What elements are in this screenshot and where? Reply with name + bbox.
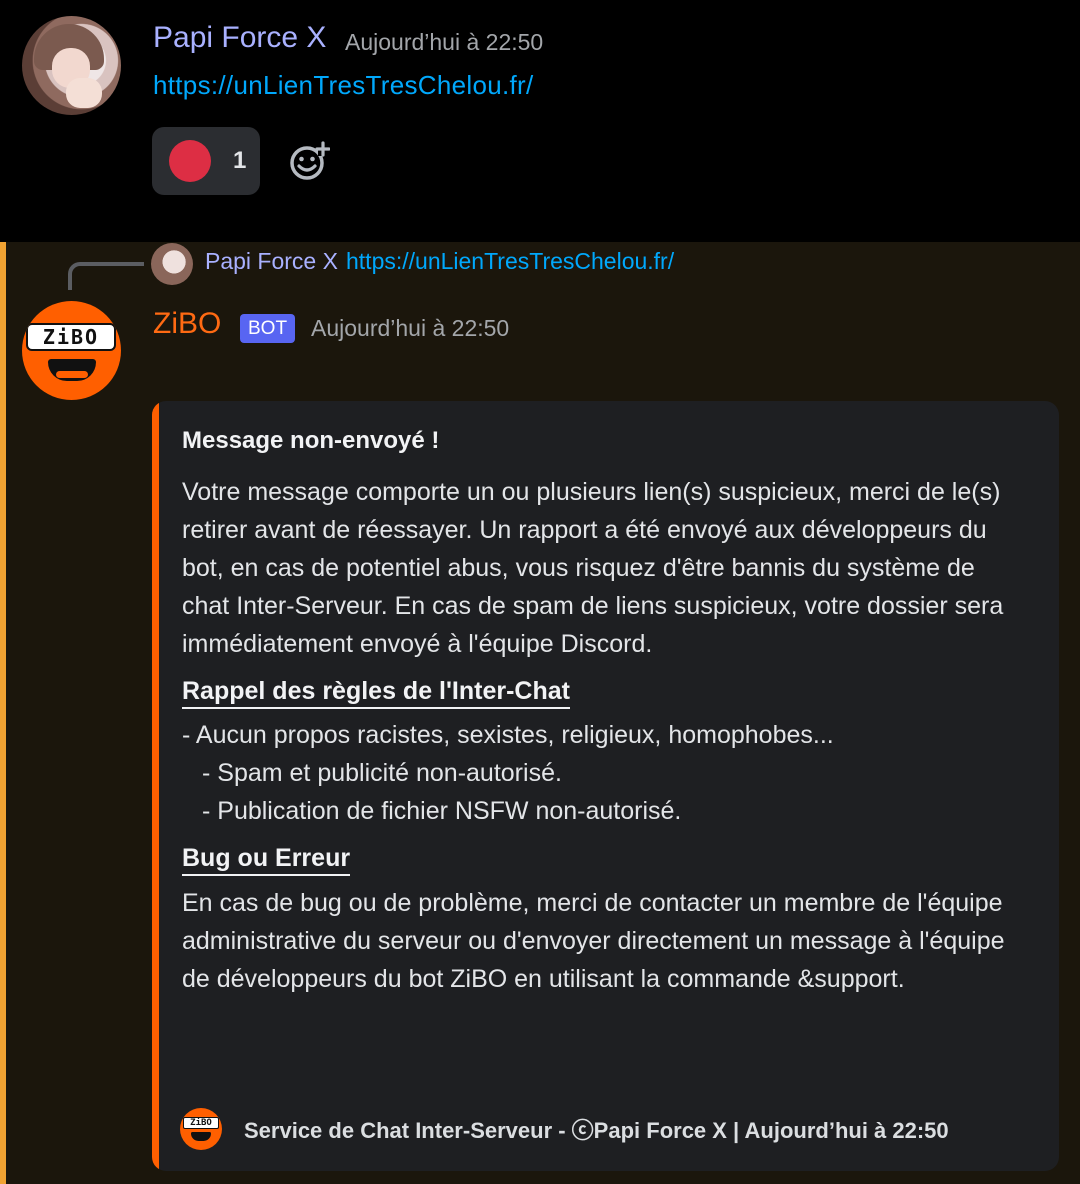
embed-title: Message non-envoyé ! (182, 427, 440, 454)
footer-text: Service de Chat Inter-Serveur - ⓒPapi Fo… (244, 1118, 949, 1143)
reply-preview-link[interactable]: https://unLienTresTresChelou.fr/ (346, 248, 674, 275)
embed-color-bar (152, 401, 159, 1171)
footer-bot-icon: ZiBO (180, 1108, 222, 1150)
avatar-mouth (48, 359, 96, 381)
field-title-rules: Rappel des règles de l'Inter-Chat (182, 677, 570, 709)
embed-field-bug: Bug ou Erreur En cas de bug ou de problè… (182, 844, 1022, 998)
reply-author[interactable]: Papi Force X (205, 248, 338, 275)
add-reaction-icon[interactable] (288, 140, 330, 182)
field-text-bug: En cas de bug ou de problème, merci de c… (182, 889, 1005, 993)
field-title-bug: Bug ou Erreur (182, 844, 351, 876)
embed-content: Message non-envoyé ! Votre message compo… (182, 427, 1022, 998)
reply-avatar[interactable] (151, 243, 193, 285)
bot-badge: BOT (240, 314, 296, 343)
footer-logo-text: ZiBO (183, 1117, 219, 1129)
user-avatar[interactable] (22, 16, 121, 115)
rule-item: - Spam et publicité non-autorisé. (202, 759, 562, 787)
message-link[interactable]: https://unLienTresTresChelou.fr/ (153, 70, 534, 101)
embed-card: Message non-envoyé ! Votre message compo… (152, 401, 1059, 1171)
message-2: Papi Force X https://unLienTresTresChelo… (0, 242, 1080, 1184)
avatar-logo-text: ZiBO (26, 323, 116, 351)
reaction-count: 1 (233, 147, 247, 174)
reply-connector (68, 262, 144, 290)
embed-description: Votre message comporte un ou plusieurs l… (182, 478, 1004, 658)
reaction-button[interactable]: 1 (152, 127, 260, 195)
rules-list: - Aucun propos racistes, sexistes, relig… (182, 716, 1022, 830)
highlight-bar (0, 242, 6, 1184)
bot-timestamp: Aujourd’hui à 22:50 (311, 315, 510, 341)
message-timestamp: Aujourd’hui à 22:50 (345, 29, 544, 55)
rule-item: - Aucun propos racistes, sexistes, relig… (182, 721, 834, 749)
rule-item: - Publication de fichier NSFW non-autori… (202, 797, 682, 825)
message-1: Papi Force X Aujourd’hui à 22:50 https:/… (0, 0, 1080, 242)
embed-field-rules: Rappel des règles de l'Inter-Chat - Aucu… (182, 677, 1022, 830)
message-author[interactable]: Papi Force X (153, 21, 326, 55)
bot-author[interactable]: ZiBO (153, 307, 221, 341)
bot-avatar[interactable]: ZiBO (22, 301, 121, 400)
embed-footer: ZiBO Service de Chat Inter-Serveur - ⓒPa… (180, 1108, 949, 1150)
red-circle-icon (169, 140, 211, 182)
